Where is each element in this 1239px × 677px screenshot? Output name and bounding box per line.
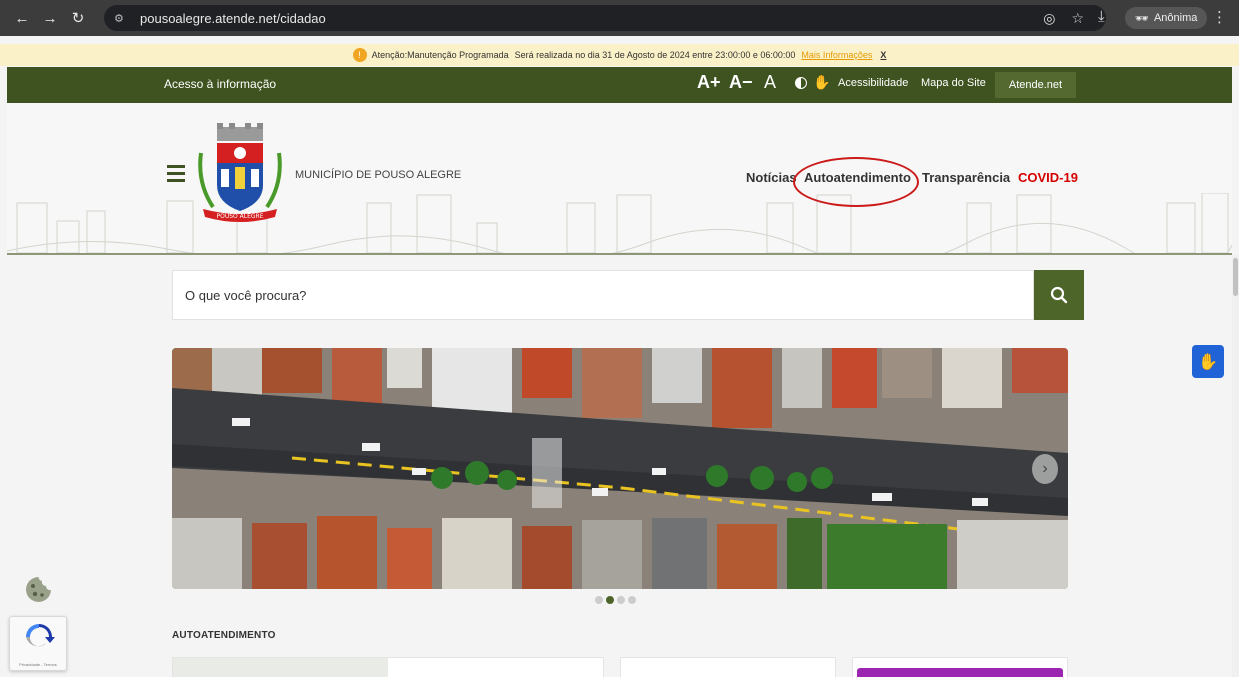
maintenance-banner: ! Atenção:Manutenção Programada Será rea… (0, 44, 1239, 66)
search-input[interactable]: O que você procura? (172, 270, 1034, 320)
notice-close-button[interactable]: X (880, 50, 886, 60)
site-header: POUSO ALEGRE MUNICÍPIO DE POUSO ALEGRE N… (7, 103, 1232, 255)
recaptcha-logo-icon (26, 624, 55, 647)
incognito-icon: 🕶 (1135, 12, 1149, 25)
browser-toolbar: ← → ↻ ⚙ pousoalegre.atende.net/cidadao ◎… (0, 0, 1239, 36)
cookie-icon[interactable] (24, 575, 53, 604)
bookmark-star-icon[interactable]: ☆ (1071, 10, 1084, 27)
browser-menu-icon[interactable]: ⋮ (1212, 8, 1227, 26)
municipality-name: MUNICÍPIO DE POUSO ALEGRE (295, 169, 462, 181)
skyline-decoration (7, 193, 1232, 253)
card-image (173, 658, 388, 677)
nav-transparencia[interactable]: Transparência (922, 170, 1010, 185)
hamburger-menu-icon[interactable] (167, 165, 185, 186)
forward-icon[interactable]: → (36, 4, 64, 32)
carousel-next-button[interactable]: › (1032, 454, 1058, 484)
notice-title: Atenção:Manutenção Programada (371, 50, 509, 60)
carousel-indicators (595, 596, 636, 604)
download-icon[interactable]: ⤓ (1098, 8, 1105, 25)
back-icon[interactable]: ← (8, 4, 36, 32)
font-increase-button[interactable]: A+ (697, 72, 721, 93)
accessibility-link[interactable]: Acessibilidade (838, 77, 908, 89)
sign-language-icon[interactable]: ✋ (813, 74, 830, 91)
access-info-link[interactable]: Acesso à informação (164, 77, 276, 91)
aerial-city-image (172, 348, 1068, 589)
service-card[interactable] (852, 657, 1068, 677)
carousel-dot[interactable] (617, 596, 625, 604)
notice-text: Será realizada no dia 31 de Agosto de 20… (514, 50, 796, 60)
incognito-label: Anônima (1153, 12, 1198, 24)
sitemap-link[interactable]: Mapa do Site (921, 77, 986, 89)
service-card[interactable] (620, 657, 836, 677)
card-purple-banner (857, 668, 1063, 677)
url-text: pousoalegre.atende.net/cidadao (140, 10, 326, 26)
hero-carousel[interactable] (172, 348, 1068, 589)
scrollbar-track[interactable] (1232, 255, 1239, 677)
section-title: AUTOATENDIMENTO (172, 630, 276, 641)
sign-language-icon: ✋ (1198, 353, 1218, 371)
search-placeholder: O que você procura? (185, 287, 307, 303)
notice-more-info-link[interactable]: Mais Informações (801, 50, 872, 60)
site-settings-icon[interactable]: ⚙ (114, 12, 132, 25)
incognito-badge[interactable]: 🕶 Anônima (1125, 7, 1208, 29)
warning-icon: ! (352, 48, 367, 62)
carousel-dot[interactable] (595, 596, 603, 604)
font-reset-button[interactable]: A (764, 72, 776, 93)
carousel-dot[interactable] (628, 596, 636, 604)
scrollbar-thumb[interactable] (1233, 258, 1238, 296)
search-button[interactable] (1034, 270, 1084, 320)
tracking-off-icon[interactable]: ◎ (1043, 10, 1055, 27)
font-decrease-button[interactable]: A− (729, 72, 753, 93)
carousel-dot-active[interactable] (606, 596, 614, 604)
annotation-circle (793, 157, 919, 207)
crest-ribbon-text: POUSO ALEGRE (216, 213, 263, 220)
recaptcha-footer[interactable]: Privacidade - Termos (10, 662, 66, 667)
nav-covid[interactable]: COVID-19 (1018, 170, 1078, 185)
nav-noticias[interactable]: Notícias (746, 170, 797, 185)
service-card[interactable] (172, 657, 604, 677)
address-bar[interactable]: ⚙ pousoalegre.atende.net/cidadao (104, 5, 1106, 31)
search-icon (1050, 286, 1068, 304)
contrast-icon[interactable] (795, 77, 807, 89)
recaptcha-badge[interactable]: Privacidade - Termos (9, 616, 67, 671)
municipal-crest-logo[interactable]: POUSO ALEGRE (195, 123, 285, 227)
atende-net-button[interactable]: Atende.net (995, 72, 1076, 98)
address-bar-actions: ◎ ☆ (1043, 10, 1084, 27)
reload-icon[interactable]: ↻ (64, 4, 92, 32)
accessibility-bar: Acesso à informação A+ A− A ✋ Acessibili… (7, 67, 1232, 103)
libras-accessibility-button[interactable]: ✋ (1192, 345, 1224, 378)
